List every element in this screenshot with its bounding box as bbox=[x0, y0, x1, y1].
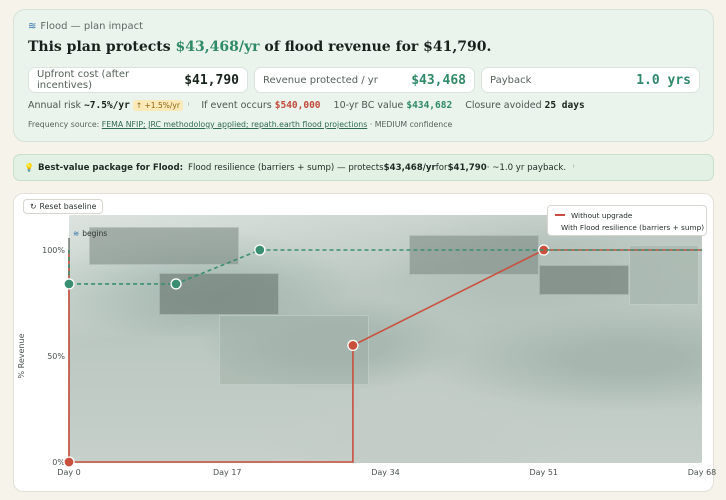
reset-label: Reset baseline bbox=[39, 202, 97, 211]
revenue-protected-box: Revenue protected / yr $43,468 bbox=[254, 67, 475, 93]
revenue-line-chart: 100%50%0%Day 0 Day 17 Day 34 Day 51 Day 68% … bbox=[17, 238, 717, 477]
revenue-protected-value: $43,468 bbox=[411, 72, 466, 88]
payback-box: Payback 1.0 yrs bbox=[481, 67, 700, 93]
annual-risk-label: Annual risk bbox=[28, 100, 82, 111]
banner-cost: $41,790 bbox=[447, 162, 487, 173]
y-axis-label: % Revenue bbox=[17, 333, 26, 378]
info-icon[interactable]: ⁱ bbox=[188, 101, 189, 110]
data-point-with-resilience bbox=[63, 278, 75, 290]
series-line-without-upgrade bbox=[68, 249, 702, 463]
y-tick-label: 100% bbox=[42, 246, 65, 255]
banner-text-pre: Flood resilience (barriers + sump) — pro… bbox=[188, 162, 384, 173]
bc-label: 10-yr BC value bbox=[333, 100, 404, 111]
headline: This plan protects $43,468/yr of flood r… bbox=[28, 39, 491, 55]
frequency-source: Frequency source: FEMA NFIP; JRC methodo… bbox=[28, 120, 452, 129]
data-point-without-upgrade bbox=[347, 339, 359, 352]
data-point-without-upgrade bbox=[63, 456, 75, 468]
source-suffix: · MEDIUM confidence bbox=[367, 120, 453, 129]
legend-label: Without upgrade bbox=[571, 210, 633, 220]
lightbulb-icon: 💡 bbox=[24, 163, 34, 172]
banner-title: Best-value package for Flood: bbox=[37, 162, 184, 173]
subtitle-text: Flood — plan impact bbox=[40, 21, 144, 32]
legend-item-without-upgrade: Without upgrade bbox=[555, 209, 699, 221]
x-tick-label: Day 0 bbox=[57, 468, 80, 477]
card-subtitle: ≋ Flood — plan impact bbox=[28, 21, 143, 32]
x-tick-label: Day 51 bbox=[529, 468, 558, 477]
headline-post: of flood revenue for $41,790. bbox=[259, 39, 492, 55]
legend-label: With Flood resilience (barriers + sump) bbox=[561, 222, 705, 232]
event-value: $540,000 bbox=[274, 100, 321, 111]
x-tick-label: Day 34 bbox=[371, 468, 400, 477]
revenue-chart-card: 100% 50% 0% Day 0 Day 17 Day 34 Day 51 Day 68% … bbox=[13, 193, 717, 492]
upfront-cost-box: Upfront cost (after incentives) $41,790 bbox=[28, 67, 248, 93]
x-tick-label: Day 17 bbox=[213, 468, 242, 477]
upfront-cost-label: Upfront cost (after incentives) bbox=[37, 69, 130, 91]
event-begins-label: begins bbox=[82, 229, 108, 238]
source-link[interactable]: FEMA NFIP; JRC methodology applied; repa… bbox=[102, 120, 368, 129]
closure-label: Closure avoided bbox=[465, 100, 542, 111]
chart-legend: Without upgrade With Flood resilience (b… bbox=[547, 205, 707, 236]
series-line-with-resilience bbox=[68, 249, 702, 285]
metrics-row: Annual risk ~7.5%/yr ↑ +1.5%/yr ⁱ If event… bbox=[28, 100, 585, 111]
data-point-with-resilience bbox=[170, 278, 182, 290]
risk-trend-badge: ↑ +1.5%/yr bbox=[132, 100, 183, 111]
headline-amount: $43,468/yr bbox=[175, 39, 260, 55]
closure-value: 25 days bbox=[544, 100, 585, 111]
banner-text-mid: for bbox=[435, 162, 448, 173]
annual-risk-value: ~7.5%/yr bbox=[84, 100, 130, 111]
event-begins-marker: ≋ begins bbox=[73, 229, 107, 238]
banner-text-post: · ~1.0 yr payback. bbox=[486, 162, 567, 173]
reset-icon: ↻ bbox=[30, 202, 37, 211]
data-point-with-resilience bbox=[254, 244, 266, 256]
payback-label: Payback bbox=[490, 74, 532, 86]
x-tick-label: Day 68 bbox=[688, 468, 717, 477]
plan-impact-card: ≋ Flood — plan impact This plan protects… bbox=[13, 9, 714, 142]
revenue-protected-label: Revenue protected / yr bbox=[263, 74, 378, 86]
banner-amount: $43,468/yr bbox=[383, 162, 436, 173]
legend-item-with-resilience: With Flood resilience (barriers + sump) bbox=[555, 221, 704, 233]
headline-pre: This plan protects bbox=[28, 39, 176, 55]
legend-swatch bbox=[555, 214, 565, 216]
wave-icon: ≋ bbox=[73, 229, 80, 238]
upfront-cost-value: $41,790 bbox=[184, 72, 239, 88]
info-icon[interactable]: ⁱ bbox=[573, 163, 574, 172]
y-tick-label: 50% bbox=[47, 352, 65, 361]
bc-value: $434,682 bbox=[406, 100, 453, 111]
reset-baseline-button[interactable]: ↻ Reset baseline bbox=[23, 199, 104, 214]
source-prefix: Frequency source: bbox=[28, 120, 102, 129]
wave-icon: ≋ bbox=[28, 21, 37, 32]
payback-value: 1.0 yrs bbox=[636, 72, 691, 88]
best-value-banner: 💡 Best-value package for Flood: Flood re… bbox=[13, 154, 714, 181]
event-label: If event occurs bbox=[201, 100, 272, 111]
